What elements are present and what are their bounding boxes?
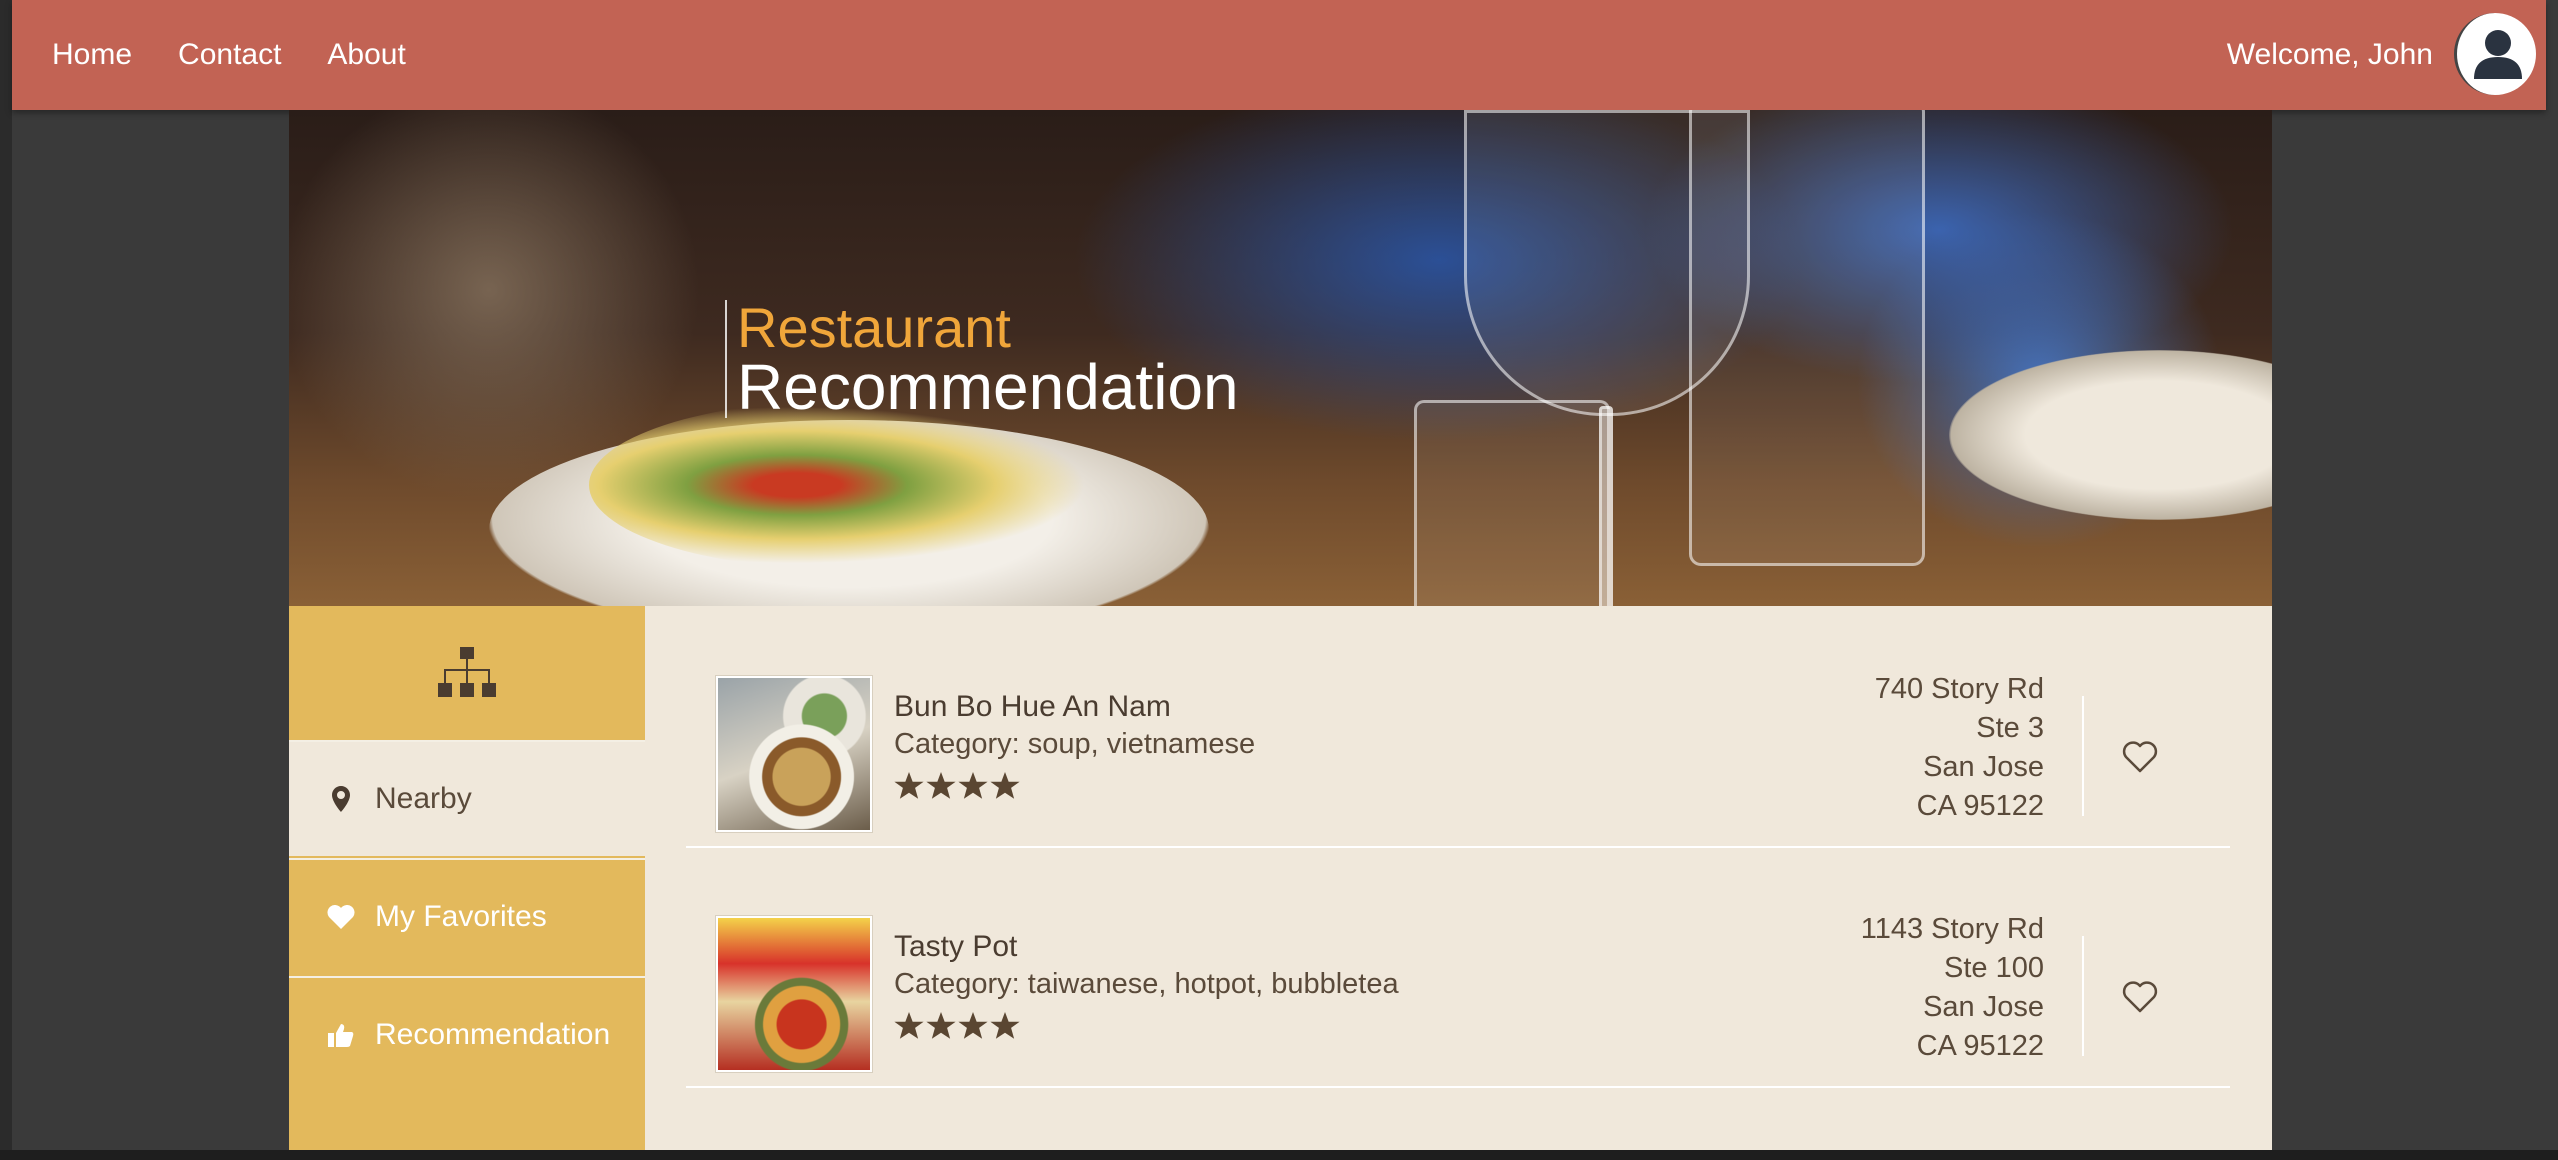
star-icon (926, 772, 956, 799)
map-marker-icon (327, 784, 355, 814)
address-line: San Jose (1923, 991, 2044, 1023)
restaurant-thumbnail (716, 916, 872, 1072)
banner-title-line1: Restaurant (737, 296, 1011, 359)
restaurant-address: 740 Story Rd Ste 3 San Jose CA 95122 (1875, 670, 2044, 826)
user-avatar[interactable] (2454, 13, 2536, 95)
favorite-heart-icon[interactable] (2122, 740, 2158, 774)
banner-tumbler (1414, 400, 1610, 606)
restaurant-row[interactable]: Bun Bo Hue An Nam Category: soup, vietna… (686, 606, 2230, 848)
address-line: 1143 Story Rd (1860, 913, 2044, 945)
star-icon (894, 772, 924, 799)
star-icon (926, 1012, 956, 1039)
top-navbar: Home Contact About Welcome, John (12, 0, 2546, 110)
main-container: Restaurant Recommendation Nearby My Favo… (289, 110, 2272, 1152)
address-line: San Jose (1923, 751, 2044, 783)
banner-tall-glass (1689, 110, 1925, 566)
rating-stars (894, 1012, 1020, 1040)
restaurant-name[interactable]: Bun Bo Hue An Nam (894, 690, 1171, 724)
banner-plate-right (1949, 350, 2272, 520)
banner-food-left (589, 400, 1109, 570)
nav-contact-link[interactable]: Contact (178, 38, 281, 72)
banner-title: Restaurant Recommendation (725, 296, 1239, 423)
nav-links: Home Contact About (52, 0, 406, 110)
sidebar-item-label: Nearby (375, 782, 472, 815)
sidebar-item-recommendation[interactable]: Recommendation (289, 976, 645, 1092)
address-line: CA 95122 (1916, 1030, 2044, 1062)
restaurant-name[interactable]: Tasty Pot (894, 930, 1017, 964)
window-frame-bottom (0, 1150, 2558, 1160)
sidebar-item-favorites[interactable]: My Favorites (289, 858, 645, 974)
heart-icon (327, 902, 355, 932)
nav-home-link[interactable]: Home (52, 38, 132, 72)
thumbs-up-icon (327, 1020, 355, 1050)
restaurant-thumbnail (716, 676, 872, 832)
window-frame-left (0, 0, 12, 1160)
nav-about-link[interactable]: About (327, 38, 405, 72)
address-line: Ste 3 (1976, 712, 2044, 744)
sidebar-item-label: My Favorites (375, 900, 547, 933)
rating-stars (894, 772, 1020, 800)
restaurant-row[interactable]: Tasty Pot Category: taiwanese, hotpot, b… (686, 846, 2230, 1088)
address-line: Ste 100 (1944, 952, 2044, 984)
sidebar-item-label: Recommendation (375, 1018, 611, 1051)
favorite-heart-icon[interactable] (2122, 980, 2158, 1014)
row-divider (2082, 696, 2084, 816)
star-icon (990, 772, 1020, 799)
star-icon (894, 1012, 924, 1039)
sidebar: Nearby My Favorites Recommendation (289, 606, 645, 1152)
restaurant-category: Category: taiwanese, hotpot, bubbletea (894, 968, 1399, 1000)
user-icon (2474, 30, 2522, 79)
sidebar-item-nearby[interactable]: Nearby (289, 740, 645, 856)
star-icon (958, 1012, 988, 1039)
star-icon (958, 772, 988, 799)
star-icon (990, 1012, 1020, 1039)
hero-banner: Restaurant Recommendation (289, 110, 2272, 606)
welcome-text: Welcome, John (2226, 38, 2433, 71)
row-divider (2082, 936, 2084, 1056)
sitemap-icon (438, 647, 496, 697)
sidebar-header (289, 606, 645, 740)
restaurant-category: Category: soup, vietnamese (894, 728, 1256, 760)
address-line: CA 95122 (1916, 790, 2044, 822)
banner-title-line2: Recommendation (737, 351, 1239, 423)
restaurant-address: 1143 Story Rd Ste 100 San Jose CA 95122 (1861, 910, 2044, 1066)
address-line: 740 Story Rd (1874, 673, 2044, 705)
